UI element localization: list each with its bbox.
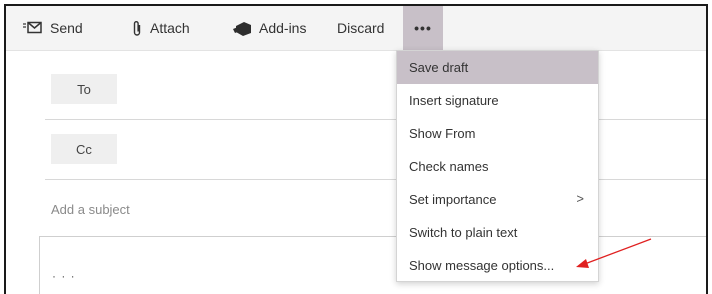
cc-button[interactable]: Cc [51, 134, 117, 164]
more-options-icon: ••• [414, 20, 432, 36]
more-options-menu: Save draft Insert signature Show From Ch… [396, 50, 599, 282]
cc-label: Cc [76, 141, 92, 157]
message-body[interactable]: · · · [39, 236, 706, 294]
attach-button[interactable]: Attach [131, 6, 190, 50]
menu-item-label: Insert signature [409, 93, 499, 108]
menu-item-label: Switch to plain text [409, 225, 518, 240]
menu-item-save-draft[interactable]: Save draft [397, 51, 598, 84]
paperclip-icon [131, 20, 143, 37]
discard-button[interactable]: Discard [337, 6, 384, 50]
chevron-right-icon: > [576, 191, 584, 206]
cc-divider [45, 179, 706, 180]
compose-toolbar: Send Attach Add-ins Discard ••• [6, 6, 706, 51]
send-icon [23, 21, 43, 35]
menu-item-set-importance[interactable]: Set importance > [397, 183, 598, 216]
menu-item-switch-plain-text[interactable]: Switch to plain text [397, 216, 598, 249]
menu-item-show-message-options[interactable]: Show message options... [397, 249, 598, 282]
send-label: Send [50, 20, 83, 36]
menu-item-check-names[interactable]: Check names [397, 150, 598, 183]
subject-input[interactable]: Add a subject [51, 202, 130, 217]
addins-icon [232, 19, 252, 37]
compose-window: Send Attach Add-ins Discard ••• To Cc Ad… [4, 4, 708, 294]
more-options-button[interactable]: ••• [403, 6, 443, 50]
body-text: · · · [52, 269, 76, 283]
menu-item-label: Save draft [409, 60, 469, 75]
send-button[interactable]: Send [23, 6, 83, 50]
menu-item-label: Check names [409, 159, 489, 174]
to-divider [45, 119, 706, 120]
to-label: To [77, 81, 91, 97]
discard-label: Discard [337, 20, 385, 36]
addins-button[interactable]: Add-ins [232, 6, 306, 50]
menu-item-show-from[interactable]: Show From [397, 117, 598, 150]
to-button[interactable]: To [51, 74, 117, 104]
menu-item-label: Show message options... [409, 258, 555, 273]
addins-label: Add-ins [259, 20, 307, 36]
menu-item-label: Show From [409, 126, 476, 141]
attach-label: Attach [150, 20, 190, 36]
menu-item-label: Set importance [409, 192, 497, 207]
menu-item-insert-signature[interactable]: Insert signature [397, 84, 598, 117]
